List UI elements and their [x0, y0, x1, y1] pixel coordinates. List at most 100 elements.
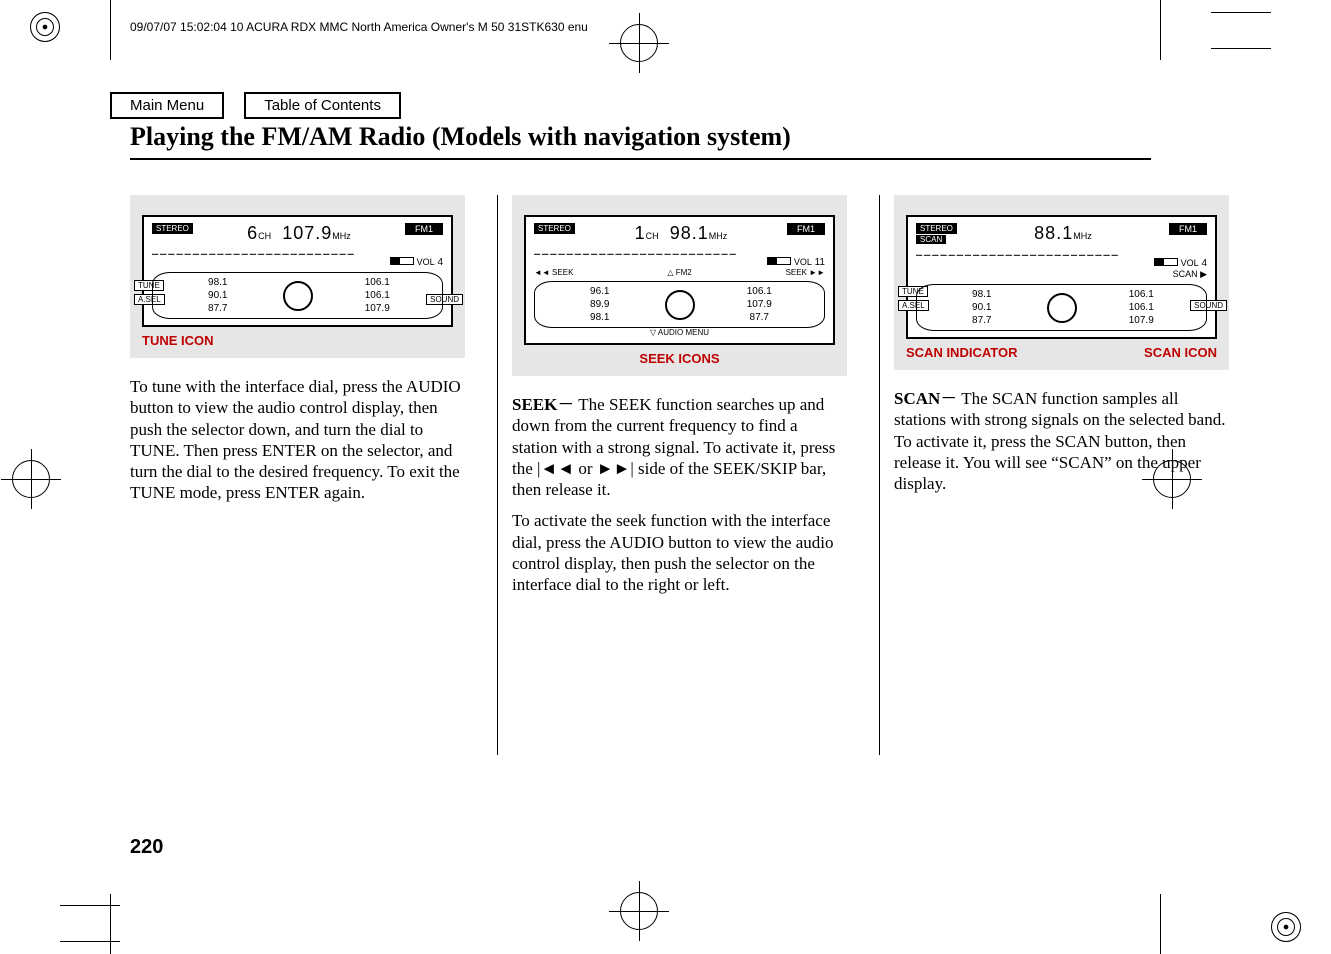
column-separator [497, 195, 498, 755]
preset-5: 106.1 [1083, 302, 1201, 313]
volume-label: VOL [417, 257, 435, 267]
registration-mark-icon [1271, 912, 1301, 942]
scan-icon-label: SCAN ▶ [916, 269, 1207, 280]
figure-caption-scan-indicator: SCAN INDICATOR [906, 345, 1017, 360]
stereo-badge: STEREO [916, 223, 957, 234]
preset-band: 98.1 106.1 90.1 106.1 87.7 107.9 [916, 284, 1207, 331]
stereo-badge: STEREO [152, 223, 193, 234]
body-text-seek-2: To activate the seek function with the i… [512, 510, 847, 595]
title-rule [130, 158, 1151, 160]
seek-right-icon: SEEK ►► [786, 268, 825, 277]
column-tune: STEREO 6CH 107.9MHz FM1 ▁▁▁▁▁▁▁▁▁▁▁▁▁▁▁▁… [130, 195, 483, 755]
crop-mark [110, 894, 111, 954]
table-of-contents-button[interactable]: Table of Contents [244, 92, 401, 119]
body-text-seek-1: SEEK－ The SEEK function searches up and … [512, 394, 847, 500]
scan-indicator-badge: SCAN [916, 235, 946, 244]
volume-value: 11 [815, 257, 825, 268]
seek-heading: SEEK [512, 395, 557, 414]
preset-3: 98.1 [159, 277, 277, 288]
dial-icon [283, 281, 313, 311]
band-badge: FM1 [787, 223, 825, 235]
body-text-scan: SCAN－ The SCAN function samples all stat… [894, 388, 1229, 494]
volume-label: VOL [794, 257, 812, 267]
preset-6: 87.7 [701, 312, 819, 323]
body-text-tune: To tune with the interface dial, press t… [130, 376, 465, 504]
volume-value: 4 [437, 257, 443, 268]
preset-4: 106.1 [319, 277, 437, 288]
volume-bar-icon [1154, 258, 1178, 266]
preset-4: 106.1 [1083, 289, 1201, 300]
seek-text-1: － The SEEK function searches up and down… [512, 395, 835, 499]
volume-bar-icon [767, 257, 791, 265]
main-menu-button[interactable]: Main Menu [110, 92, 224, 119]
frequency-value: 107.9 [282, 223, 332, 243]
fm2-up-icon: △ FM2 [667, 268, 691, 277]
column-seek: STEREO 1CH 98.1MHz FM1 ▁▁▁▁▁▁▁▁▁▁▁▁▁▁▁▁▁… [512, 195, 865, 755]
channel-unit: CH [258, 231, 271, 241]
crop-mark [1160, 0, 1161, 60]
frequency-unit: MHz [332, 231, 351, 241]
dial-icon [665, 290, 695, 320]
column-separator [879, 195, 880, 755]
volume-value: 4 [1201, 258, 1207, 269]
preset-6: 107.9 [319, 303, 437, 314]
preset-1: 98.1 [541, 312, 659, 323]
print-header: 09/07/07 15:02:04 10 ACURA RDX MMC North… [130, 20, 588, 34]
column-scan: STEREO SCAN 88.1MHz FM1 ▁▁▁▁▁▁▁▁▁▁▁▁▁▁▁▁… [894, 195, 1247, 755]
frequency-unit: MHz [1073, 231, 1092, 241]
preset-5: 107.9 [701, 299, 819, 310]
radio-display-seek: STEREO 1CH 98.1MHz FM1 ▁▁▁▁▁▁▁▁▁▁▁▁▁▁▁▁▁… [524, 215, 835, 345]
preset-1: 87.7 [159, 303, 277, 314]
side-crop-mark-icon [12, 460, 50, 498]
preset-1: 87.7 [923, 315, 1041, 326]
center-crop-mark-icon [620, 892, 658, 930]
figure-tune: STEREO 6CH 107.9MHz FM1 ▁▁▁▁▁▁▁▁▁▁▁▁▁▁▁▁… [130, 195, 465, 358]
volume-label: VOL [1181, 258, 1199, 268]
volume-bar-icon [390, 257, 414, 265]
preset-2: 90.1 [159, 290, 277, 301]
tuning-scale-icon: ▁▁▁▁▁▁▁▁▁▁▁▁▁▁▁▁▁▁▁▁▁▁▁▁▁ [152, 246, 443, 255]
tuning-scale-icon: ▁▁▁▁▁▁▁▁▁▁▁▁▁▁▁▁▁▁▁▁▁▁▁▁▁ [534, 246, 825, 255]
figure-caption-scan-icon: SCAN ICON [1144, 345, 1217, 360]
dial-icon [1047, 293, 1077, 323]
preset-5: 106.1 [319, 290, 437, 301]
preset-3: 96.1 [541, 286, 659, 297]
figure-caption-tune: TUNE ICON [142, 333, 453, 348]
page-title: Playing the FM/AM Radio (Models with nav… [130, 122, 1151, 152]
tuning-scale-icon: ▁▁▁▁▁▁▁▁▁▁▁▁▁▁▁▁▁▁▁▁▁▁▁▁▁ [916, 247, 1207, 256]
page-number: 220 [130, 836, 163, 859]
scan-heading: SCAN [894, 389, 940, 408]
frequency-unit: MHz [709, 231, 728, 241]
scan-text: － The SCAN function samples all stations… [894, 389, 1225, 493]
radio-display-tune: STEREO 6CH 107.9MHz FM1 ▁▁▁▁▁▁▁▁▁▁▁▁▁▁▁▁… [142, 215, 453, 327]
preset-2: 90.1 [923, 302, 1041, 313]
audio-menu-down-icon: ▽ AUDIO MENU [534, 328, 825, 337]
channel-number: 6 [247, 223, 258, 243]
registration-mark-icon [30, 12, 60, 42]
stereo-badge: STEREO [534, 223, 575, 234]
frequency-value: 88.1 [1034, 223, 1073, 243]
radio-display-scan: STEREO SCAN 88.1MHz FM1 ▁▁▁▁▁▁▁▁▁▁▁▁▁▁▁▁… [906, 215, 1217, 339]
band-badge: FM1 [1169, 223, 1207, 235]
frequency-value: 98.1 [670, 223, 709, 243]
figure-seek: STEREO 1CH 98.1MHz FM1 ▁▁▁▁▁▁▁▁▁▁▁▁▁▁▁▁▁… [512, 195, 847, 376]
crop-mark [1211, 48, 1271, 49]
preset-2: 89.9 [541, 299, 659, 310]
band-badge: FM1 [405, 223, 443, 235]
preset-band: 98.1 106.1 90.1 106.1 87.7 107.9 [152, 272, 443, 319]
channel-number: 1 [635, 223, 646, 243]
preset-4: 106.1 [701, 286, 819, 297]
preset-band: 96.1 106.1 89.9 107.9 98.1 87.7 [534, 281, 825, 328]
center-crop-mark-icon [620, 24, 658, 62]
figure-scan: STEREO SCAN 88.1MHz FM1 ▁▁▁▁▁▁▁▁▁▁▁▁▁▁▁▁… [894, 195, 1229, 370]
crop-mark [60, 905, 120, 906]
crop-mark [110, 0, 111, 60]
crop-mark [1211, 12, 1271, 13]
channel-unit: CH [646, 231, 659, 241]
crop-mark [1160, 894, 1161, 954]
preset-3: 98.1 [923, 289, 1041, 300]
preset-6: 107.9 [1083, 315, 1201, 326]
crop-mark [60, 941, 120, 942]
seek-left-icon: ◄◄ SEEK [534, 268, 573, 277]
figure-caption-seek: SEEK ICONS [524, 351, 835, 366]
